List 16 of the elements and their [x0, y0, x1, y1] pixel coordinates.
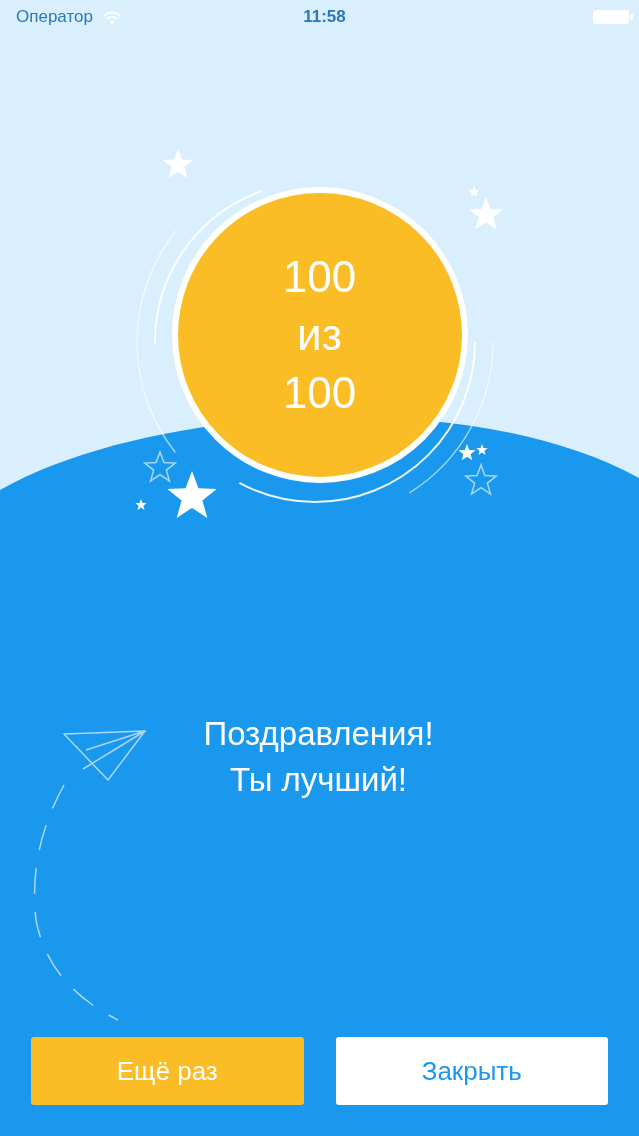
- star-icon: [142, 449, 178, 483]
- wifi-icon: [102, 10, 121, 24]
- star-icon: [135, 499, 147, 510]
- paper-plane-icon: [63, 730, 146, 781]
- congrats-text: Ты лучший!: [229, 760, 408, 800]
- congrats-text: Поздравления!: [203, 714, 434, 754]
- score-text: 100: [282, 367, 357, 419]
- battery-icon: [593, 10, 633, 24]
- star-icon: [167, 471, 217, 518]
- carrier-name: Оператор: [16, 7, 93, 27]
- retry-button[interactable]: Ещё раз: [31, 1037, 304, 1105]
- star-icon: [162, 149, 194, 178]
- close-button[interactable]: Закрыть: [335, 1037, 608, 1105]
- clock: 11:58: [303, 7, 346, 27]
- score-text: 100: [282, 251, 357, 303]
- score-text: из: [297, 309, 342, 361]
